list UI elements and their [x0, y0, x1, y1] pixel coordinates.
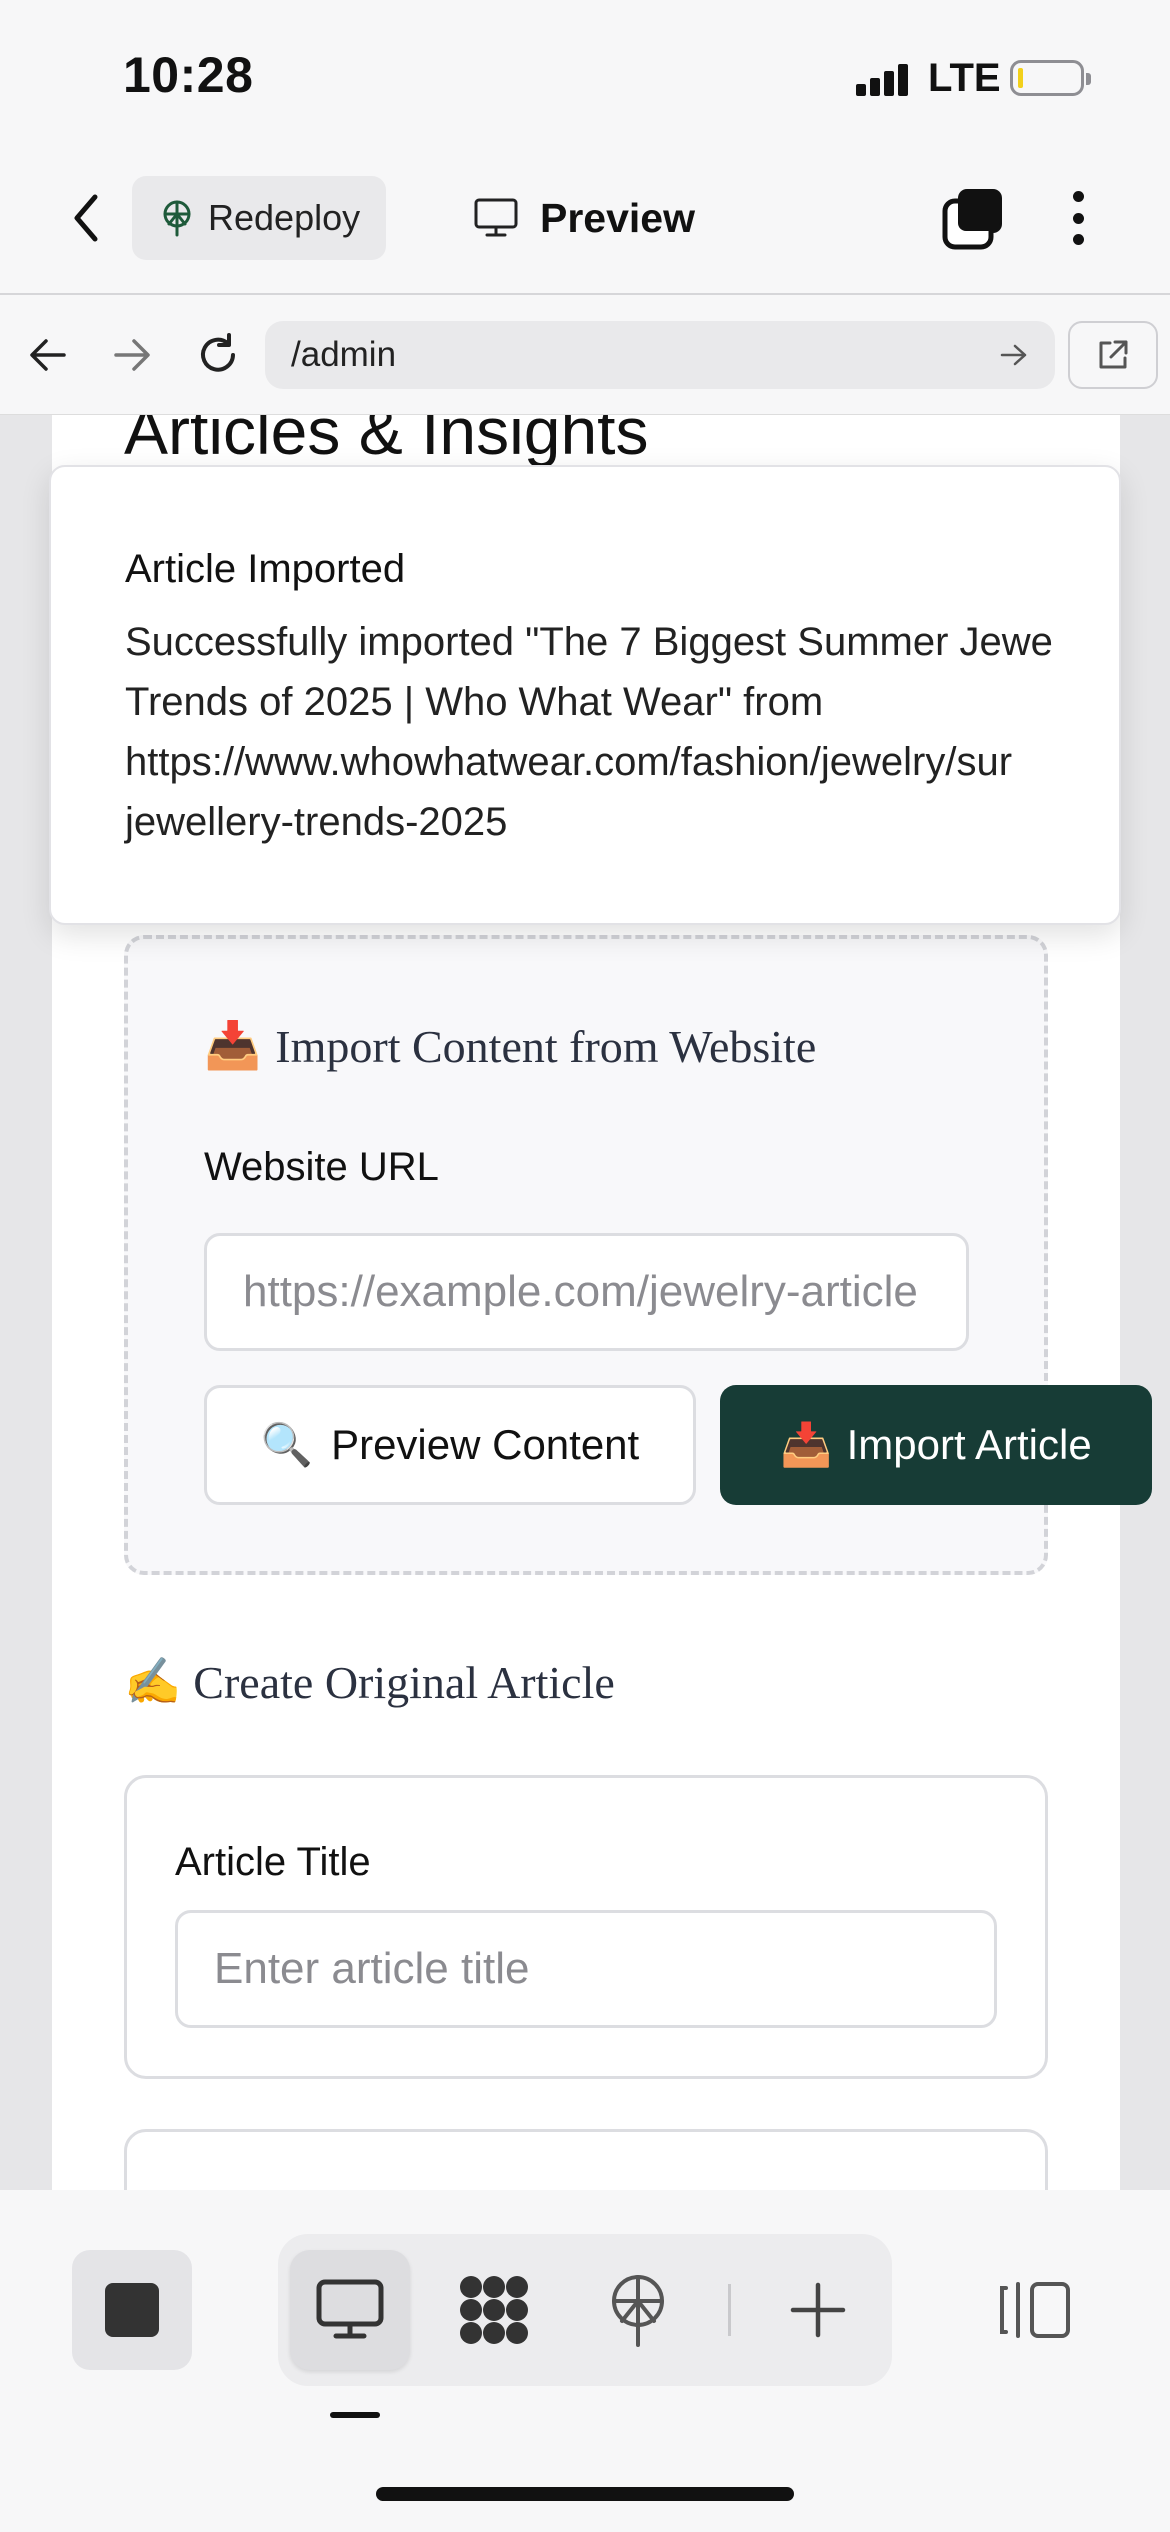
article-title-input[interactable]: Enter article title: [175, 1910, 997, 2028]
tool-group: [278, 2234, 892, 2386]
browser-bar: /admin: [0, 297, 1170, 415]
open-external-button[interactable]: [1068, 321, 1158, 389]
article-title-label: Article Title: [175, 1840, 371, 1884]
desktop-preview-button[interactable]: [290, 2250, 410, 2370]
create-article-heading: ✍️ Create Original Article: [124, 1655, 615, 1709]
toast-message: Successfully imported "The 7 Biggest Sum…: [125, 612, 1119, 852]
app-bar: Redeploy Preview: [0, 150, 1170, 295]
inbox-tray-icon: 📥: [780, 1420, 833, 1468]
preview-content-label: Preview Content: [331, 1421, 640, 1468]
website-url-input[interactable]: https://example.com/jewelry-article: [204, 1233, 969, 1351]
create-heading-text: Create Original Article: [193, 1656, 615, 1708]
import-heading-text: Import Content from Website: [275, 1020, 817, 1072]
active-tab-indicator: [330, 2412, 380, 2418]
browser-forward-button[interactable]: [104, 327, 160, 383]
desktop-preview-icon: [316, 2279, 384, 2339]
redeploy-button[interactable]: Redeploy: [132, 176, 386, 260]
redeploy-icon: [163, 200, 191, 237]
network-type: LTE: [928, 56, 1001, 100]
reload-icon: [201, 333, 235, 372]
go-arrow-icon[interactable]: [999, 342, 1029, 368]
toolbar-divider: [728, 2284, 731, 2336]
add-button[interactable]: [758, 2250, 878, 2370]
toast-title: Article Imported: [125, 547, 406, 591]
chevron-left-icon: [74, 194, 98, 242]
toast-line: Successfully imported "The 7 Biggest Sum…: [125, 620, 1053, 664]
tabs-icon: [942, 189, 1002, 250]
signal-icon: [856, 64, 908, 96]
back-arrow-icon: [30, 339, 66, 371]
preview-label: Preview: [540, 194, 695, 241]
apps-grid-icon: [460, 2276, 528, 2344]
home-indicator[interactable]: [376, 2487, 794, 2501]
deploy-icon: [612, 2275, 664, 2347]
page-title: Articles & Insights: [124, 415, 649, 468]
deploy-button[interactable]: [578, 2250, 698, 2370]
url-text: /admin: [291, 335, 397, 374]
toast-line: Trends of 2025 | Who What Wear" from: [125, 680, 824, 724]
browser-back-button[interactable]: [20, 327, 76, 383]
bottom-toolbar: [0, 2190, 1170, 2532]
next-form-card: [124, 2129, 1048, 2190]
add-icon: [790, 2282, 846, 2338]
reload-button[interactable]: [190, 327, 246, 383]
redeploy-label: Redeploy: [208, 197, 361, 238]
import-section: 📥 Import Content from Website Website UR…: [124, 935, 1152, 1575]
stop-icon: [105, 2283, 159, 2337]
magnifier-icon: 🔍: [260, 1420, 314, 1468]
toast-line: jewellery-trends-2025: [125, 800, 508, 844]
status-time: 10:28: [123, 47, 254, 103]
external-link-icon: [1099, 340, 1128, 369]
inbox-tray-icon: 📥: [204, 1020, 262, 1071]
preview-content-button[interactable]: 🔍 Preview Content: [204, 1385, 696, 1505]
panel-toggle-button[interactable]: [990, 2250, 1080, 2370]
toast-notification[interactable]: Article Imported Successfully imported "…: [49, 465, 1121, 925]
back-button[interactable]: [58, 190, 114, 246]
import-article-button[interactable]: 📥 Import Article: [720, 1385, 1152, 1505]
import-article-label: Import Article: [846, 1421, 1092, 1468]
toast-line: https://www.whowhatwear.com/fashion/jewe…: [125, 740, 1013, 784]
battery-icon: [1010, 60, 1091, 96]
status-bar: 10:28 LTE: [0, 0, 1170, 150]
address-bar[interactable]: /admin: [265, 321, 1055, 389]
writing-hand-icon: ✍️: [124, 1656, 182, 1707]
panel-toggle-icon: [1000, 2282, 1070, 2338]
more-vertical-icon[interactable]: [1060, 185, 1096, 251]
monitor-icon: [474, 198, 518, 237]
article-title-card: Article Title Enter article title: [124, 1775, 1048, 2079]
apps-grid-button[interactable]: [434, 2250, 554, 2370]
preview-tab[interactable]: Preview: [474, 180, 695, 256]
stop-button[interactable]: [72, 2250, 192, 2370]
import-heading: 📥 Import Content from Website: [204, 1019, 816, 1073]
tabs-button[interactable]: [940, 185, 1006, 251]
website-url-label: Website URL: [204, 1145, 439, 1189]
forward-arrow-icon: [114, 339, 150, 371]
